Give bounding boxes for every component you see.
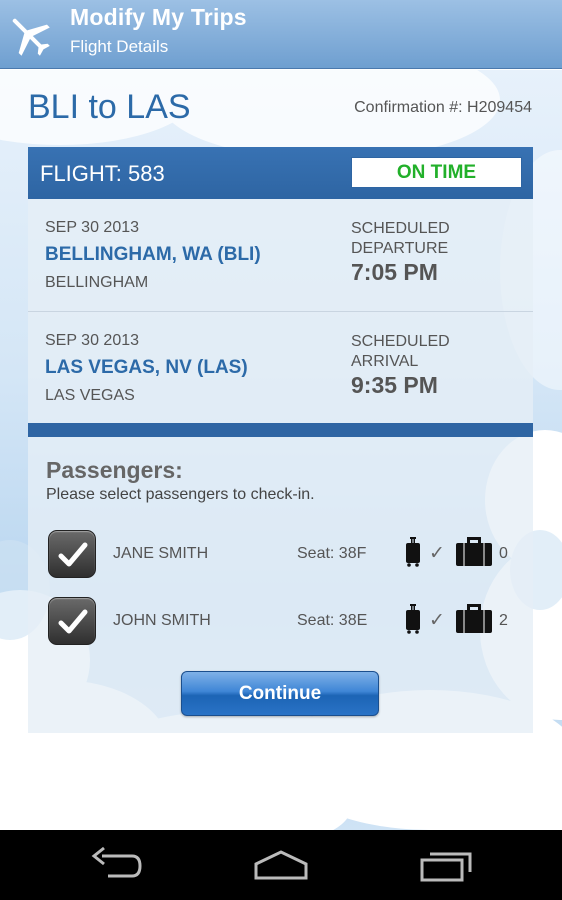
passenger-checkbox[interactable] — [48, 597, 96, 645]
arrival-city: LAS VEGAS — [45, 387, 135, 404]
passenger-row: JOHN SMITH Seat: 38E ✓ 2 — [28, 597, 533, 649]
carry-on-bag-icon — [406, 604, 420, 634]
arrival-date: SEP 30 2013 — [45, 332, 140, 349]
checked-bag-icon — [456, 537, 492, 566]
passenger-name: JOHN SMITH — [113, 612, 211, 629]
passengers-title: Passengers: — [46, 457, 183, 483]
action-bar: Modify My Trips Flight Details — [0, 0, 562, 69]
arrival-time: 9:35 PM — [351, 372, 438, 398]
app-title: Modify My Trips — [70, 4, 247, 30]
system-nav-bar — [0, 830, 562, 900]
departure-airport: BELLINGHAM, WA (BLI) — [45, 244, 261, 265]
home-icon[interactable] — [252, 846, 310, 884]
departure-label: SCHEDULED DEPARTURE — [351, 220, 450, 257]
checked-bag-icon — [456, 604, 492, 633]
flight-number: FLIGHT: 583 — [40, 161, 165, 186]
screen-subtitle: Flight Details — [70, 37, 169, 56]
airplane-icon[interactable] — [4, 10, 56, 62]
status-badge: ON TIME — [351, 157, 522, 188]
departure-date: SEP 30 2013 — [45, 219, 140, 236]
checkmark-icon — [58, 609, 88, 634]
carry-on-check-icon: ✓ — [429, 610, 445, 631]
passenger-checkbox[interactable] — [48, 530, 96, 578]
passenger-seat: Seat: 38F — [297, 545, 367, 562]
passenger-name: JANE SMITH — [113, 545, 209, 562]
arrival-airport: LAS VEGAS, NV (LAS) — [45, 357, 248, 378]
confirmation-number: Confirmation #: H209454 — [354, 99, 532, 116]
bag-count: 2 — [499, 612, 508, 629]
departure-time: 7:05 PM — [351, 259, 438, 285]
flight-header: FLIGHT: 583 ON TIME — [28, 147, 533, 199]
arrival-segment: SEP 30 2013 LAS VEGAS, NV (LAS) LAS VEGA… — [28, 312, 533, 424]
back-icon[interactable] — [88, 846, 144, 884]
section-separator — [28, 423, 533, 437]
recent-apps-icon[interactable] — [418, 846, 474, 884]
passenger-seat: Seat: 38E — [297, 612, 368, 629]
departure-city: BELLINGHAM — [45, 274, 149, 291]
route-title: BLI to LAS — [28, 88, 191, 126]
carry-on-bag-icon — [406, 537, 420, 567]
departure-segment: SEP 30 2013 BELLINGHAM, WA (BLI) BELLING… — [28, 199, 533, 311]
passengers-instructions: Please select passengers to check-in. — [46, 486, 315, 503]
passenger-row: JANE SMITH Seat: 38F ✓ 0 — [28, 530, 533, 582]
bag-count: 0 — [499, 545, 508, 562]
continue-button[interactable]: Continue — [181, 671, 379, 716]
flight-card: FLIGHT: 583 ON TIME SEP 30 2013 BELLINGH… — [28, 147, 533, 733]
arrival-label: SCHEDULED ARRIVAL — [351, 333, 450, 370]
checkmark-icon — [58, 542, 88, 567]
carry-on-check-icon: ✓ — [429, 543, 445, 564]
